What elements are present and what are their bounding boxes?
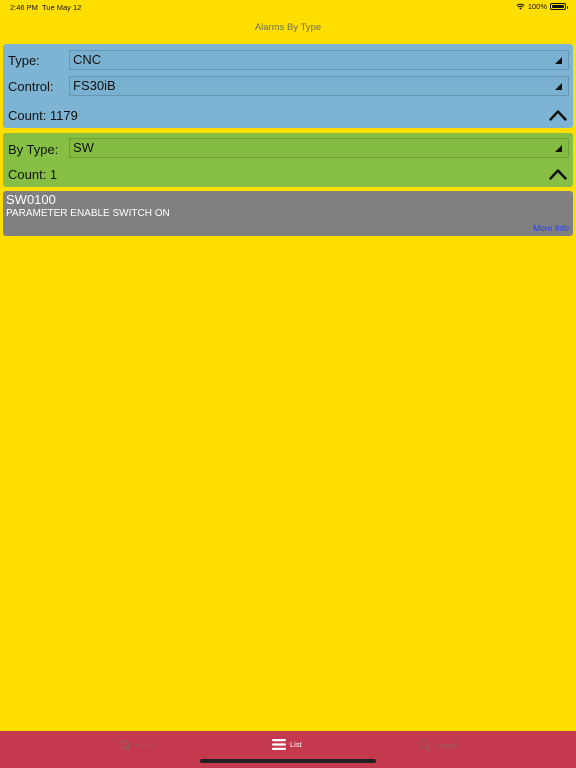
status-right: 100% xyxy=(516,2,568,11)
by-type-panel: By Type: SW Count: 1 xyxy=(3,133,573,187)
dropdown-triangle-icon xyxy=(555,57,562,64)
tab-home-label: Home xyxy=(135,740,156,749)
battery-percent: 100% xyxy=(527,2,547,11)
tab-search-label: Search xyxy=(434,740,458,750)
control-select[interactable]: FS30iB xyxy=(69,76,569,96)
tab-search[interactable]: Search xyxy=(418,739,458,751)
status-bar: 2:46 PM Tue May 12 100% xyxy=(0,0,576,14)
tab-home[interactable]: Home xyxy=(119,739,155,750)
filter-panel: Type: CNC Control: FS30iB Count: 1179 xyxy=(3,44,573,128)
chevron-up-icon[interactable] xyxy=(549,168,567,180)
by-type-select-value: SW xyxy=(73,140,94,155)
wifi-icon xyxy=(516,3,525,10)
home-indicator[interactable] xyxy=(200,759,376,763)
tab-list-label: List xyxy=(290,740,302,749)
dropdown-triangle-icon xyxy=(555,145,562,152)
tab-list[interactable]: List xyxy=(272,739,302,750)
page-title: Alarms By Type xyxy=(254,22,322,33)
chevron-up-icon[interactable] xyxy=(549,109,567,121)
by-type-label: By Type: xyxy=(8,142,59,157)
more-info-link[interactable]: More Info xyxy=(533,223,569,233)
filter-count: Count: 1179 xyxy=(8,108,78,123)
home-icon xyxy=(119,739,131,750)
control-select-value: FS30iB xyxy=(73,78,116,93)
by-type-count: Count: 1 xyxy=(8,167,58,182)
alarm-list-item[interactable]: SW0100 PARAMETER ENABLE SWITCH ON More I… xyxy=(3,191,573,236)
list-icon xyxy=(272,739,286,750)
status-time: 2:46 PM xyxy=(10,3,38,12)
dropdown-triangle-icon xyxy=(555,83,562,90)
alarm-description: PARAMETER ENABLE SWITCH ON xyxy=(6,208,170,219)
battery-icon xyxy=(550,3,568,10)
type-select-value: CNC xyxy=(73,52,102,67)
by-type-select[interactable]: SW xyxy=(69,138,569,158)
status-date: Tue May 12 xyxy=(42,3,82,12)
type-select[interactable]: CNC xyxy=(69,50,569,70)
alarm-code: SW0100 xyxy=(6,192,56,207)
control-label: Control: xyxy=(8,79,54,94)
type-label: Type: xyxy=(8,53,40,68)
search-icon xyxy=(418,739,430,751)
